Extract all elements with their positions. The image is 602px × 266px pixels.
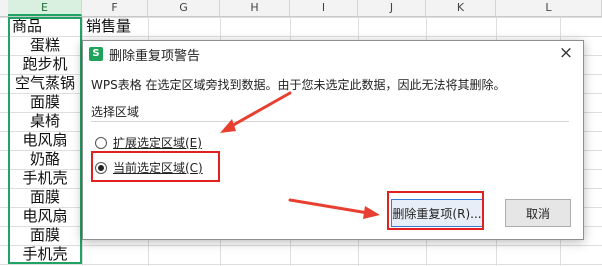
selection-area-group-label: 选择区域 (91, 105, 140, 119)
column-header-e[interactable]: E (8, 0, 82, 16)
current-selection-option[interactable]: 当前选定区域(C) (95, 159, 203, 176)
warning-message: WPS表格 在选定区域旁找到数据。由于您未选定此数据，因此无法将其删除。 (91, 78, 506, 92)
dialog-title: 删除重复项警告 (109, 49, 201, 64)
cell-e3[interactable]: 跑步机 (8, 55, 82, 74)
column-e-cells: 商品 蛋糕 跑步机 空气蒸锅 面膜 桌椅 电风扇 奶酪 手机壳 面膜 电风扇 面… (8, 17, 82, 264)
expand-selection-option[interactable]: 扩展选定区域(E) (95, 134, 202, 151)
cell-e11[interactable]: 电风扇 (8, 207, 82, 226)
column-header-l[interactable]: L (496, 0, 602, 16)
cell-e1[interactable]: 商品 (8, 17, 82, 36)
cancel-button[interactable]: 取消 (505, 199, 571, 227)
cell-f1[interactable]: 销售量 (86, 17, 131, 36)
cell-e8[interactable]: 奶酪 (8, 150, 82, 169)
wps-app-icon: S (89, 47, 103, 61)
column-headers: E F G H I J K L (0, 0, 602, 17)
expand-selection-radio[interactable] (95, 136, 107, 149)
column-header-k[interactable]: K (426, 0, 496, 16)
cell-e10[interactable]: 面膜 (8, 188, 82, 207)
current-selection-radio[interactable] (95, 161, 107, 174)
cell-e7[interactable]: 电风扇 (8, 131, 82, 150)
dialog-titlebar[interactable]: S 删除重复项警告 × (83, 41, 583, 67)
remove-duplicates-warning-dialog: S 删除重复项警告 × WPS表格 在选定区域旁找到数据。由于您未选定此数据，因… (82, 40, 584, 240)
cell-e2[interactable]: 蛋糕 (8, 36, 82, 55)
column-header-j[interactable]: J (358, 0, 426, 16)
column-header-i[interactable]: I (290, 0, 358, 16)
cell-e12[interactable]: 面膜 (8, 226, 82, 245)
close-icon[interactable]: × (557, 43, 575, 63)
cell-e4[interactable]: 空气蒸锅 (8, 74, 82, 93)
remove-duplicates-button[interactable]: 删除重复项(R)... (391, 199, 483, 227)
cell-e13[interactable]: 手机壳 (8, 245, 82, 264)
column-header-h[interactable]: H (220, 0, 290, 16)
radio-selected-dot (98, 164, 104, 171)
column-header-f[interactable]: F (82, 0, 148, 16)
column-header-g[interactable]: G (148, 0, 220, 16)
expand-selection-label: 扩展选定区域(E) (113, 136, 202, 150)
cell-e9[interactable]: 手机壳 (8, 169, 82, 188)
current-selection-label: 当前选定区域(C) (113, 161, 203, 175)
cell-e6[interactable]: 桌椅 (8, 112, 82, 131)
cell-e5[interactable]: 面膜 (8, 93, 82, 112)
group-divider (91, 121, 569, 122)
